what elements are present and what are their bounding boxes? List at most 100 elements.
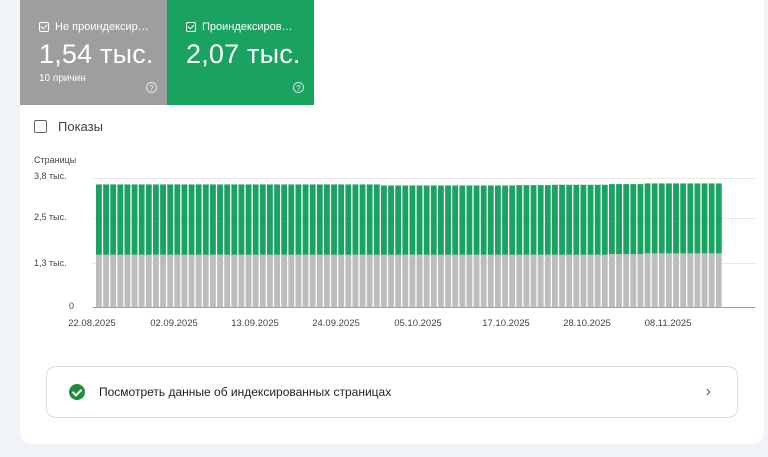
bar-not-indexed bbox=[637, 254, 644, 307]
bar-indexed bbox=[238, 184, 245, 255]
bar-indexed bbox=[131, 184, 138, 255]
bar-indexed bbox=[587, 184, 594, 255]
bar-indexed bbox=[252, 184, 259, 255]
bar-indexed bbox=[373, 184, 380, 255]
x-tick-label: 28.10.2025 bbox=[563, 318, 611, 329]
checkbox-checked-icon[interactable] bbox=[186, 22, 196, 32]
bar-indexed bbox=[566, 184, 573, 255]
bar-indexed bbox=[416, 185, 423, 255]
bar-not-indexed bbox=[658, 253, 665, 307]
bar-indexed bbox=[402, 185, 409, 255]
bar-indexed bbox=[430, 185, 437, 255]
bar-not-indexed bbox=[715, 253, 722, 307]
checkbox-unchecked-icon[interactable] bbox=[34, 120, 47, 133]
bar-indexed bbox=[138, 184, 145, 255]
bar-indexed bbox=[459, 185, 466, 255]
bar-indexed bbox=[359, 184, 366, 255]
indexed-tile[interactable]: Проиндексиров… 2,07 тыс. ? bbox=[167, 0, 314, 105]
bar-indexed bbox=[117, 184, 124, 255]
not-indexed-tile[interactable]: Не проиндексир… 1,54 тыс. 10 причин ? bbox=[20, 0, 167, 105]
help-icon[interactable]: ? bbox=[146, 82, 157, 93]
bar-indexed bbox=[516, 185, 523, 255]
bar-indexed bbox=[259, 184, 266, 255]
bar-indexed bbox=[181, 184, 188, 255]
bar-indexed bbox=[445, 185, 451, 255]
bar-indexed bbox=[110, 184, 117, 255]
bar-indexed bbox=[195, 184, 202, 255]
bar-indexed bbox=[452, 185, 459, 255]
bar-indexed bbox=[103, 184, 109, 255]
bar-indexed bbox=[381, 185, 387, 255]
bar-indexed bbox=[267, 184, 273, 255]
bar-indexed bbox=[160, 184, 166, 255]
impressions-label: Показы bbox=[58, 119, 103, 134]
bar-indexed bbox=[345, 184, 352, 255]
bar-indexed bbox=[438, 185, 444, 255]
x-tick-label: 13.09.2025 bbox=[231, 318, 279, 329]
bar-indexed bbox=[630, 184, 637, 255]
x-tick-label: 24.09.2025 bbox=[312, 318, 360, 329]
bar-indexed bbox=[96, 184, 102, 255]
bar-indexed bbox=[288, 184, 295, 255]
bar-indexed bbox=[466, 185, 473, 255]
bar-indexed bbox=[174, 184, 181, 255]
y-axis-title: Страницы bbox=[34, 155, 77, 165]
gridline bbox=[93, 218, 755, 219]
bar-indexed bbox=[210, 184, 216, 255]
bar-not-indexed bbox=[616, 254, 622, 307]
bar-indexed bbox=[302, 184, 309, 255]
bar-indexed bbox=[559, 184, 565, 255]
bar-indexed bbox=[609, 184, 615, 255]
bar-indexed bbox=[245, 184, 252, 255]
view-indexed-pages-label: Посмотреть данные об индексированных стр… bbox=[99, 385, 392, 399]
bar-indexed bbox=[352, 184, 359, 255]
bar-indexed bbox=[217, 184, 223, 255]
bar-indexed bbox=[544, 185, 551, 255]
indexed-value: 2,07 тыс. bbox=[186, 39, 301, 69]
y-tick-label: 2,5 тыс. bbox=[34, 212, 67, 222]
bar-indexed bbox=[487, 185, 494, 255]
bar-indexed bbox=[324, 184, 330, 255]
bar-indexed bbox=[637, 184, 644, 255]
bar-indexed bbox=[623, 184, 630, 255]
bar-indexed bbox=[502, 185, 508, 255]
not-indexed-header: Не проиндексир… bbox=[39, 21, 149, 33]
bar-indexed bbox=[395, 185, 402, 255]
bar-indexed bbox=[167, 184, 174, 255]
bar-not-indexed bbox=[666, 253, 672, 307]
view-indexed-pages-link[interactable]: Посмотреть данные об индексированных стр… bbox=[46, 366, 738, 418]
bar-not-indexed bbox=[623, 254, 630, 307]
check-circle-icon bbox=[69, 384, 85, 400]
x-tick-label: 08.11.2025 bbox=[644, 318, 692, 329]
bar-not-indexed bbox=[694, 253, 701, 307]
bar-indexed bbox=[552, 184, 558, 255]
not-indexed-reasons: 10 причин bbox=[39, 73, 86, 84]
checkbox-checked-icon[interactable] bbox=[39, 22, 49, 32]
bar-not-indexed bbox=[708, 253, 715, 307]
x-tick-label: 22.08.2025 bbox=[68, 318, 116, 329]
bar-indexed bbox=[316, 184, 323, 255]
page-indexing-card: Не проиндексир… 1,54 тыс. 10 причин ? Пр… bbox=[20, 0, 764, 444]
bar-indexed bbox=[224, 184, 231, 255]
y-tick-label: 3,8 тыс. bbox=[34, 171, 67, 181]
bar-indexed bbox=[601, 184, 608, 255]
bar-indexed bbox=[594, 184, 601, 255]
impressions-toggle[interactable]: Показы bbox=[34, 119, 103, 134]
not-indexed-label: Не проиндексир… bbox=[55, 21, 149, 33]
x-tick-label: 05.10.2025 bbox=[394, 318, 442, 329]
bar-indexed bbox=[616, 184, 622, 255]
bar-not-indexed bbox=[687, 253, 694, 307]
help-icon[interactable]: ? bbox=[293, 82, 304, 93]
x-tick-label: 17.10.2025 bbox=[482, 318, 530, 329]
bar-indexed bbox=[153, 184, 159, 255]
bar-indexed bbox=[537, 185, 544, 255]
indexed-label: Проиндексиров… bbox=[202, 21, 293, 33]
bar-indexed bbox=[188, 184, 195, 255]
bar-not-indexed bbox=[680, 253, 687, 307]
bar-indexed bbox=[388, 185, 394, 255]
not-indexed-value: 1,54 тыс. bbox=[39, 39, 154, 69]
bar-indexed bbox=[530, 185, 537, 255]
y-tick-label: 0 bbox=[68, 301, 74, 311]
bar-indexed bbox=[202, 184, 209, 255]
bar-indexed bbox=[295, 184, 302, 255]
